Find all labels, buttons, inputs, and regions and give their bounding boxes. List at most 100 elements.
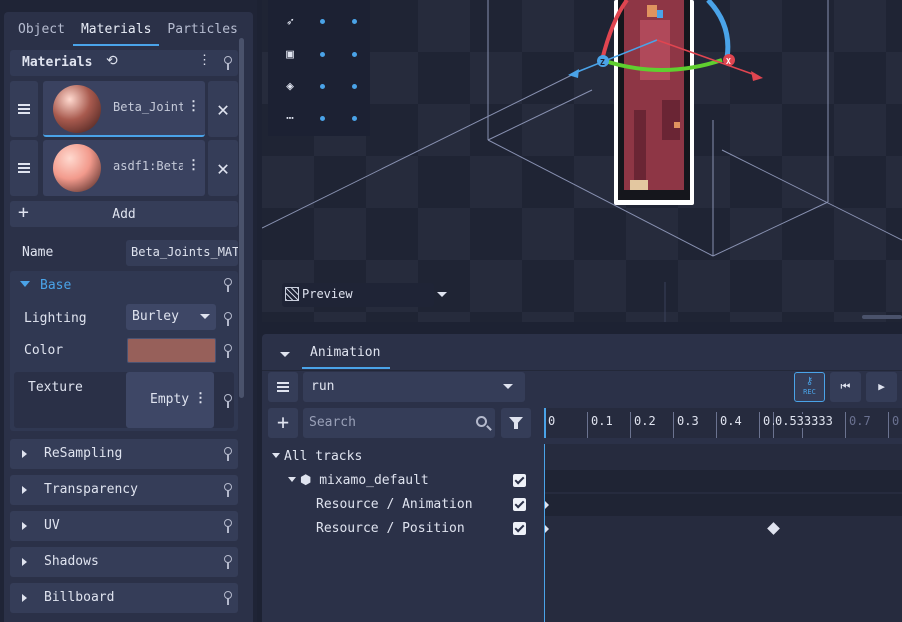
section-billboard[interactable]: Billboard — [10, 583, 238, 613]
add-track-button[interactable]: + — [268, 408, 298, 438]
track-checkbox[interactable] — [513, 498, 526, 511]
section-shadows[interactable]: Shadows — [10, 547, 238, 577]
chevron-right-icon — [22, 594, 27, 602]
tab-particles[interactable]: Particles — [159, 18, 245, 48]
tick-label: 0.1 — [591, 414, 613, 428]
layers-icon[interactable]: ◈ — [282, 79, 298, 95]
tick-label: 0.4 — [720, 414, 742, 428]
lighting-select[interactable]: Burley — [126, 304, 216, 330]
texture-options-icon[interactable]: ⋮ — [194, 391, 207, 406]
texture-row: Texture Empty ⋮ — [14, 372, 234, 428]
more-options-icon[interactable]: ⋮ — [198, 53, 211, 68]
material-preview-sphere — [53, 85, 101, 133]
filter-button[interactable] — [501, 408, 531, 438]
keyframe-marker[interactable] — [545, 525, 549, 533]
color-swatch[interactable] — [127, 338, 216, 363]
name-field[interactable]: Beta_Joints_MAT — [126, 240, 238, 266]
track-search-input[interactable]: Search — [303, 408, 495, 438]
section-resampling[interactable]: ReSampling — [10, 439, 238, 469]
play-button[interactable]: ▶ — [866, 372, 897, 402]
material-slot[interactable]: asdf1:Beta_ ⋮ — [43, 140, 205, 196]
timeline-tracks[interactable] — [544, 444, 902, 622]
add-material-button[interactable]: + Add — [10, 201, 238, 227]
key-icon[interactable] — [223, 554, 233, 570]
remove-material-button[interactable]: ✕ — [208, 81, 238, 137]
toolbar-dot[interactable] — [352, 52, 357, 57]
key-icon[interactable] — [223, 518, 233, 534]
toolbar-dot[interactable] — [320, 116, 325, 121]
viewport-scrollbar[interactable] — [862, 315, 902, 319]
materials-header: Materials ⟲ ⋮ — [10, 50, 238, 76]
base-section-header[interactable]: Base — [20, 278, 71, 293]
toolbar-dot[interactable] — [320, 84, 325, 89]
chevron-right-icon — [22, 486, 27, 494]
chevron-down-icon — [20, 281, 30, 287]
node-row[interactable]: ⬢ mixamo_default — [288, 473, 429, 495]
toolbar-dot[interactable] — [352, 84, 357, 89]
section-transparency[interactable]: Transparency — [10, 475, 238, 505]
material-name: Beta_Joint — [113, 100, 183, 114]
skip-to-start-button[interactable]: ⏮ — [830, 372, 861, 402]
material-slot[interactable]: Beta_Joint ⋮ — [43, 81, 205, 137]
tick-label: 0.7 — [849, 414, 871, 428]
rec-label: REC — [803, 388, 816, 396]
key-icon[interactable] — [223, 277, 233, 293]
animation-clip-select[interactable]: run — [303, 372, 525, 402]
texture-value: Empty — [150, 392, 190, 407]
track-checkbox[interactable] — [513, 522, 526, 535]
timeline-ruler[interactable]: 0 0.1 0.2 0.3 0.4 0.5 0.533333 0.7 0.8 — [544, 408, 902, 438]
inspector-tabs: Object Materials Particles — [10, 18, 246, 48]
track-lane — [544, 494, 902, 516]
toolbar-dot[interactable] — [320, 52, 325, 57]
key-icon[interactable] — [223, 311, 233, 327]
remove-material-button[interactable]: ✕ — [208, 140, 238, 196]
key-icon[interactable] — [223, 590, 233, 606]
keyframe-marker[interactable] — [545, 501, 549, 509]
key-icon[interactable] — [223, 482, 233, 498]
track-row[interactable]: Resource / Position — [316, 521, 465, 543]
material-row: asdf1:Beta_ ⋮ ✕ — [10, 140, 238, 196]
animation-menu-button[interactable] — [268, 372, 298, 402]
chevron-right-icon — [22, 558, 27, 566]
material-row: Beta_Joint ⋮ ✕ — [10, 81, 238, 137]
material-options-icon[interactable]: ⋮ — [187, 158, 200, 173]
node-icon: ⬢ — [300, 473, 320, 488]
toolbar-dot[interactable] — [352, 116, 357, 121]
track-lane — [544, 470, 902, 492]
chevron-down-icon — [503, 384, 513, 389]
track-row[interactable]: Resource / Animation — [316, 497, 473, 519]
toolbar-dot[interactable] — [352, 19, 357, 24]
image-icon[interactable]: ▣ — [282, 47, 298, 63]
all-tracks-row[interactable]: All tracks — [272, 449, 362, 471]
search-icon — [476, 416, 487, 427]
section-label: Shadows — [44, 554, 99, 569]
track-tree: All tracks ⬢ mixamo_default Resource / A… — [268, 444, 532, 622]
inspector-scrollbar[interactable] — [239, 38, 244, 398]
material-options-icon[interactable]: ⋮ — [187, 99, 200, 114]
more-icon[interactable]: ⋯ — [282, 111, 298, 127]
preview-dropdown[interactable]: Preview — [282, 283, 447, 307]
drag-handle[interactable] — [10, 81, 38, 137]
drag-handle[interactable] — [10, 140, 38, 196]
materials-header-label: Materials — [22, 55, 93, 70]
tab-object[interactable]: Object — [10, 18, 73, 48]
keyframe[interactable] — [767, 522, 780, 535]
section-label: ReSampling — [44, 446, 123, 461]
key-icon[interactable] — [223, 343, 233, 359]
toolbar-dot[interactable] — [320, 19, 325, 24]
texture-slot[interactable]: Empty ⋮ — [126, 372, 214, 428]
section-uv[interactable]: UV — [10, 511, 238, 541]
key-icon[interactable] — [223, 55, 233, 71]
tab-underline — [302, 367, 390, 369]
playhead-marker[interactable] — [544, 408, 546, 438]
tick-label: 0.8 — [892, 414, 902, 428]
tick-line — [587, 412, 588, 438]
record-button[interactable]: ⚷ REC — [794, 372, 825, 402]
reload-icon[interactable]: ⟲ — [106, 53, 118, 69]
key-icon[interactable] — [223, 446, 233, 462]
tab-materials[interactable]: Materials — [72, 18, 160, 48]
key-icon[interactable] — [223, 393, 233, 409]
rocket-icon[interactable]: ➶ — [282, 15, 298, 31]
tick-label: 0.2 — [634, 414, 656, 428]
node-checkbox[interactable] — [513, 474, 526, 487]
